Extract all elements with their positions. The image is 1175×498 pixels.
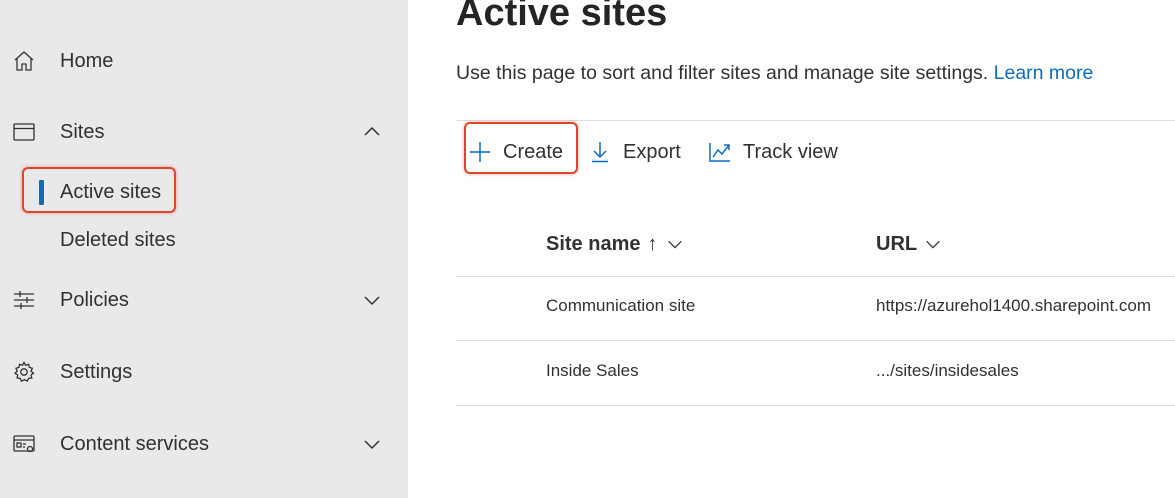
chevron-down-icon[interactable] [361, 433, 383, 455]
chevron-up-icon[interactable] [361, 121, 383, 143]
divider [456, 340, 1175, 341]
column-header-label: URL [876, 232, 918, 255]
content-services-icon [11, 431, 37, 457]
track-view-label: Track view [743, 140, 838, 163]
chevron-down-icon[interactable] [361, 289, 383, 311]
learn-more-link[interactable]: Learn more [994, 62, 1094, 84]
home-icon [11, 48, 37, 74]
nav-item-label: Settings [60, 360, 133, 383]
description-text: Use this page to sort and filter sites a… [456, 62, 989, 84]
column-header-url[interactable]: URL [876, 228, 942, 260]
left-nav: Home Sites Active sites Deleted sites Po… [0, 0, 408, 498]
browser-window-icon [11, 119, 37, 145]
nav-item-label: Content services [60, 432, 209, 455]
divider [456, 120, 1175, 121]
nav-item-sites[interactable]: Sites [0, 110, 408, 154]
site-name-cell[interactable]: Communication site [546, 296, 695, 316]
trend-chart-icon [709, 143, 730, 162]
nav-subitem-deleted-sites[interactable]: Deleted sites [0, 220, 408, 260]
column-header-label: Site name [546, 232, 641, 255]
export-button[interactable]: Export [588, 134, 681, 170]
highlight-box-active-sites [22, 167, 176, 213]
nav-subitem-label: Deleted sites [60, 228, 176, 251]
divider [456, 276, 1175, 277]
export-label: Export [623, 140, 681, 163]
nav-item-label: Sites [60, 120, 105, 143]
nav-item-content-services[interactable]: Content services [0, 422, 408, 466]
nav-item-label: Home [60, 49, 114, 72]
page-title: Active sites [456, 0, 668, 34]
nav-item-home[interactable]: Home [0, 39, 408, 83]
url-cell: .../sites/insidesales [876, 361, 1019, 380]
nav-item-label: Policies [60, 288, 129, 311]
page-description: Use this page to sort and filter sites a… [456, 62, 1093, 85]
download-icon [592, 142, 608, 163]
divider [456, 405, 1175, 406]
chevron-down-icon [926, 240, 940, 249]
column-header-site-name[interactable]: Site name ↑ [546, 228, 684, 260]
sort-ascending-icon: ↑ [647, 232, 658, 255]
nav-item-settings[interactable]: Settings [0, 350, 408, 394]
highlight-box-create [464, 122, 578, 174]
gear-icon [11, 359, 37, 385]
sliders-icon [11, 287, 37, 313]
site-name-cell[interactable]: Inside Sales [546, 361, 639, 381]
track-view-button[interactable]: Track view [708, 134, 838, 170]
url-cell: https://azurehol1400.sharepoint.com [876, 296, 1152, 315]
chevron-down-icon [668, 240, 683, 249]
nav-item-policies[interactable]: Policies [0, 278, 408, 322]
main-content: Active sites Use this page to sort and f… [408, 0, 1175, 498]
